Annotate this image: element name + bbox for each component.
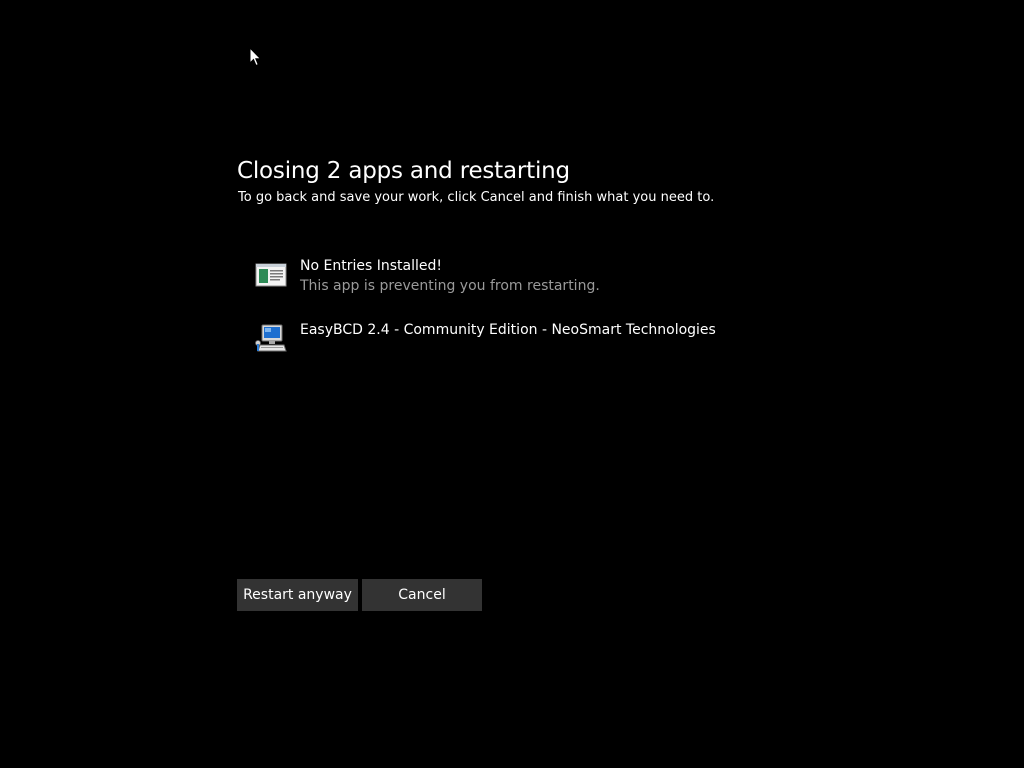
page-subtitle: To go back and save your work, click Can… xyxy=(238,190,715,205)
app-status: This app is preventing you from restarti… xyxy=(300,278,600,294)
app-list-item: EasyBCD 2.4 - Community Edition - NeoSma… xyxy=(255,319,815,383)
app-name: EasyBCD 2.4 - Community Edition - NeoSma… xyxy=(300,322,716,338)
mouse-pointer-icon xyxy=(249,47,262,67)
app-name: No Entries Installed! xyxy=(300,258,442,274)
restart-anyway-button[interactable]: Restart anyway xyxy=(237,579,358,611)
app-list-item: No Entries Installed! This app is preven… xyxy=(255,255,815,319)
cancel-button[interactable]: Cancel xyxy=(362,579,482,611)
document-window-icon xyxy=(255,263,287,287)
page-title: Closing 2 apps and restarting xyxy=(237,158,570,184)
app-text: EasyBCD 2.4 - Community Edition - NeoSma… xyxy=(300,321,716,339)
button-row: Restart anyway Cancel xyxy=(237,579,482,611)
computer-icon xyxy=(255,324,287,352)
shutdown-screen: Closing 2 apps and restarting To go back… xyxy=(0,0,1024,768)
blocking-app-list: No Entries Installed! This app is preven… xyxy=(255,255,815,383)
app-text: No Entries Installed! This app is preven… xyxy=(300,257,600,295)
